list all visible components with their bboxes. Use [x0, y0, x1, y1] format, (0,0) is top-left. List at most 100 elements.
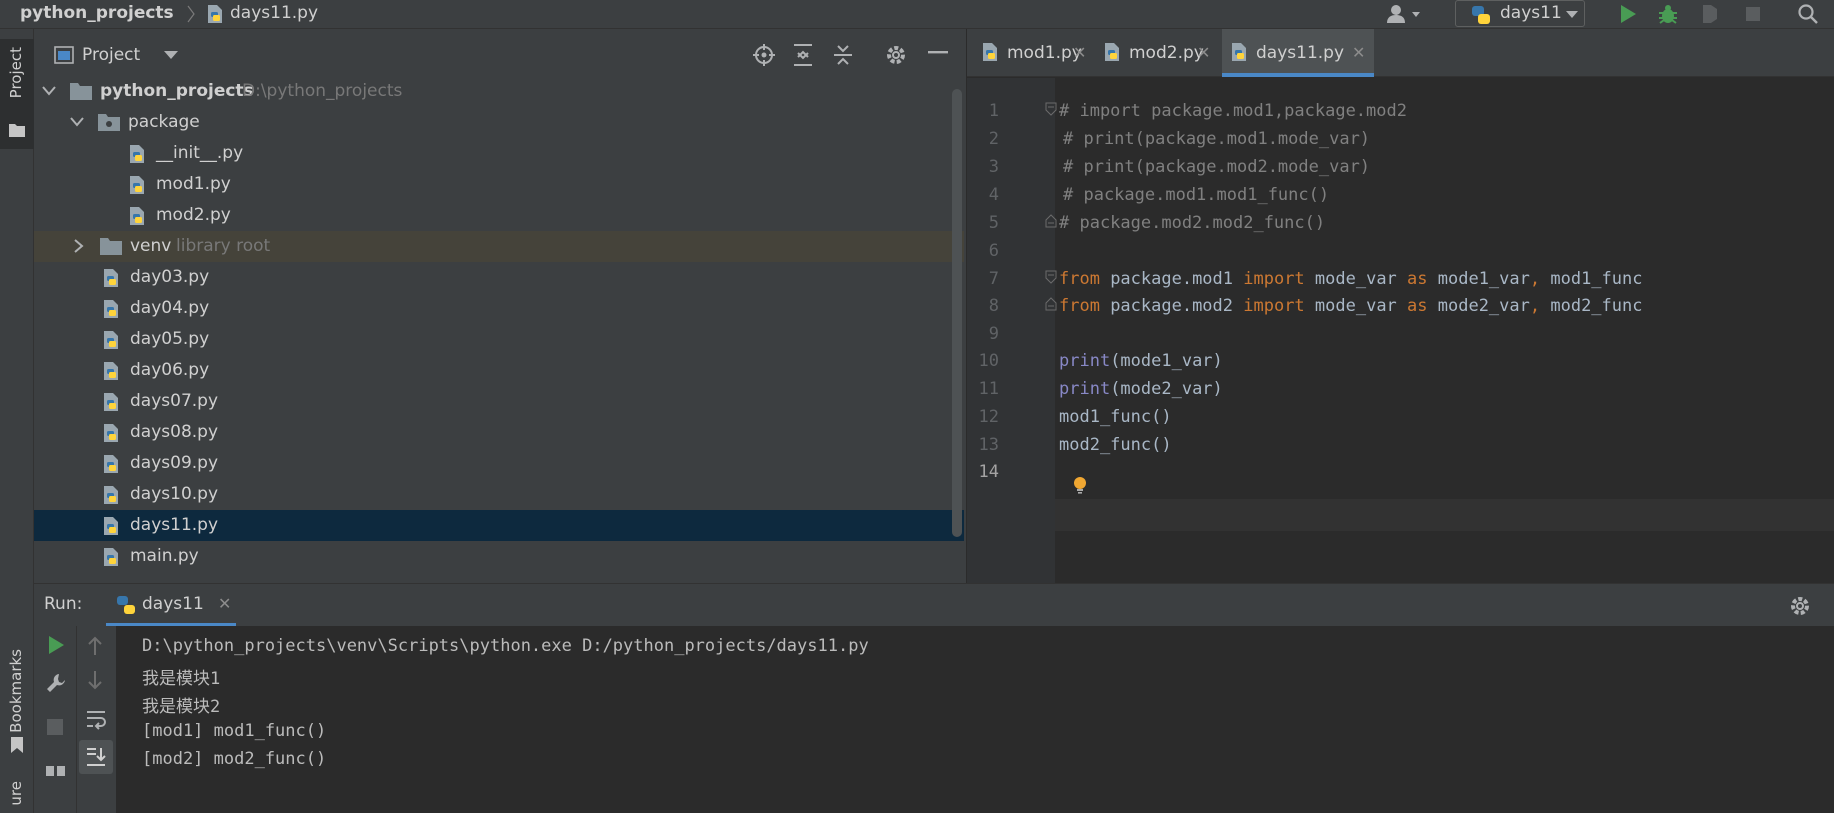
breadcrumb-file[interactable]: days11.py — [230, 3, 318, 23]
console-output[interactable]: D:\python_projects\venv\Scripts\python.e… — [116, 626, 1834, 813]
fold-start-icon[interactable] — [1045, 270, 1057, 284]
gear-icon[interactable] — [884, 43, 908, 67]
lightbulb-icon[interactable] — [1072, 476, 1088, 494]
close-icon[interactable]: ✕ — [1073, 43, 1086, 62]
collapse-all-icon[interactable] — [832, 43, 854, 67]
code-line-1[interactable]: # import package.mod1,package.mod2 — [1059, 101, 1407, 121]
code-line-10[interactable]: print(mode1_var) — [1059, 351, 1223, 371]
rerun-icon[interactable] — [46, 634, 66, 656]
close-icon[interactable]: ✕ — [1352, 43, 1365, 62]
code-line-11[interactable]: print(mode2_var) — [1059, 379, 1223, 399]
search-icon[interactable] — [1797, 3, 1819, 25]
scroll-to-end-button[interactable] — [79, 740, 113, 774]
tree-item-day06-py[interactable]: day06.py — [34, 355, 964, 386]
tree-item-label: day04.py — [130, 298, 210, 318]
python-file-icon — [104, 517, 118, 535]
tree-item-label: days08.py — [130, 422, 219, 442]
code-line-8[interactable]: from package.mod2 import mode_var as mod… — [1059, 296, 1642, 316]
hide-panel-icon[interactable] — [928, 51, 948, 55]
wrench-icon[interactable] — [45, 672, 67, 694]
tree-item-venv[interactable]: venv library root — [34, 231, 964, 262]
arrow-up-icon[interactable] — [87, 636, 103, 656]
stop-icon[interactable] — [46, 718, 64, 736]
run-configuration-dropdown[interactable]: days11 — [1455, 0, 1585, 27]
import-name: mod2_func — [1540, 296, 1643, 316]
python-file-icon — [130, 207, 144, 225]
tree-item-python-projects[interactable]: python_projects D:\python_projects — [34, 76, 964, 107]
python-file-icon — [104, 486, 118, 504]
call-args: (mode2_var) — [1110, 379, 1223, 399]
editor-tab-bar: mod1.py ✕ mod2.py ✕ days11.py ✕ — [967, 29, 1834, 77]
gear-icon[interactable] — [1788, 594, 1812, 618]
tree-item-label: days07.py — [130, 391, 219, 411]
run-icon[interactable] — [1618, 3, 1638, 25]
chevron-down-icon[interactable] — [164, 51, 178, 60]
tab-mod2-py[interactable]: mod2.py ✕ — [1095, 29, 1219, 77]
fold-end-icon[interactable] — [1045, 297, 1057, 311]
python-file-icon — [1232, 43, 1246, 61]
tab-label: mod1.py — [1007, 43, 1082, 63]
tree-item-mod1-py[interactable]: mod1.py — [34, 169, 964, 200]
project-tool-button[interactable]: Project — [0, 39, 34, 149]
run-with-coverage-icon[interactable] — [1700, 3, 1722, 25]
tree-item-days08-py[interactable]: days08.py — [34, 417, 964, 448]
console-line: [mod2] mod2_func() — [142, 749, 327, 769]
tree-item-label: venv — [130, 236, 172, 256]
close-icon[interactable]: ✕ — [218, 594, 231, 613]
tree-item-mod2-py[interactable]: mod2.py — [34, 200, 964, 231]
breadcrumb-project[interactable]: python_projects — [20, 3, 174, 23]
bookmarks-tool-button[interactable]: Bookmarks — [0, 639, 34, 769]
import-name: mode_var — [1304, 296, 1408, 316]
code-editor: mod1.py ✕ mod2.py ✕ days11.py ✕ 1 2 3 4 … — [967, 29, 1834, 583]
tree-item-days07-py[interactable]: days07.py — [34, 386, 964, 417]
tree-item-init-py[interactable]: __init__.py — [34, 138, 964, 169]
layout-icon[interactable] — [46, 762, 66, 776]
tree-item-label: main.py — [130, 546, 199, 566]
run-tab-days11[interactable]: days11 ✕ — [106, 584, 236, 626]
code-line-13[interactable]: mod2_func() — [1059, 435, 1172, 455]
tab-mod1-py[interactable]: mod1.py ✕ — [973, 29, 1089, 77]
tree-item-day03-py[interactable]: day03.py — [34, 262, 964, 293]
code-line-5[interactable]: # package.mod2.mod2_func() — [1059, 213, 1325, 233]
tree-item-label: days10.py — [130, 484, 219, 504]
structure-tool-button[interactable]: ure — [0, 781, 34, 813]
arrow-down-icon[interactable] — [87, 670, 103, 690]
python-file-icon — [104, 393, 118, 411]
line-number: 13 — [978, 435, 999, 455]
python-file-icon — [130, 145, 144, 163]
run-configuration-label: days11 — [1500, 3, 1562, 23]
code-line-2[interactable]: # print(package.mod1.mode_var) — [1063, 129, 1370, 149]
code-line-3[interactable]: # print(package.mod2.mode_var) — [1063, 157, 1370, 177]
tab-days11-py[interactable]: days11.py ✕ — [1222, 29, 1374, 77]
tree-item-days11-py[interactable]: days11.py — [34, 510, 964, 541]
alias-name: mode1_var — [1427, 269, 1530, 289]
soft-wrap-icon[interactable] — [85, 708, 107, 730]
stop-icon[interactable] — [1744, 3, 1762, 25]
fold-end-icon[interactable] — [1045, 214, 1057, 228]
tree-item-main-py[interactable]: main.py — [34, 541, 964, 572]
console-line: [mod1] mod1_func() — [142, 721, 327, 741]
expand-all-icon[interactable] — [792, 43, 814, 67]
line-number: 11 — [978, 379, 999, 399]
project-scrollbar[interactable] — [952, 89, 962, 537]
tree-item-day05-py[interactable]: day05.py — [34, 324, 964, 355]
chevron-down-icon[interactable] — [42, 86, 56, 96]
close-icon[interactable]: ✕ — [1197, 43, 1210, 62]
chevron-down-icon[interactable] — [70, 117, 84, 127]
tree-item-days10-py[interactable]: days10.py — [34, 479, 964, 510]
fold-start-icon[interactable] — [1045, 102, 1057, 116]
project-panel-title[interactable]: Project — [82, 45, 140, 65]
tree-item-day04-py[interactable]: day04.py — [34, 293, 964, 324]
debug-icon[interactable] — [1657, 3, 1679, 25]
code-line-4[interactable]: # package.mod1.mod1_func() — [1063, 185, 1329, 205]
line-number: 1 — [988, 101, 999, 121]
code-line-12[interactable]: mod1_func() — [1059, 407, 1172, 427]
user-account-icon[interactable] — [1384, 3, 1424, 25]
locate-file-icon[interactable] — [752, 43, 776, 67]
tree-item-package[interactable]: package — [34, 107, 964, 138]
comma: , — [1529, 269, 1541, 289]
chevron-right-icon[interactable] — [74, 239, 84, 253]
chevron-down-icon — [1566, 11, 1578, 18]
tree-item-days09-py[interactable]: days09.py — [34, 448, 964, 479]
code-line-7[interactable]: from package.mod1 import mode_var as mod… — [1059, 269, 1642, 289]
